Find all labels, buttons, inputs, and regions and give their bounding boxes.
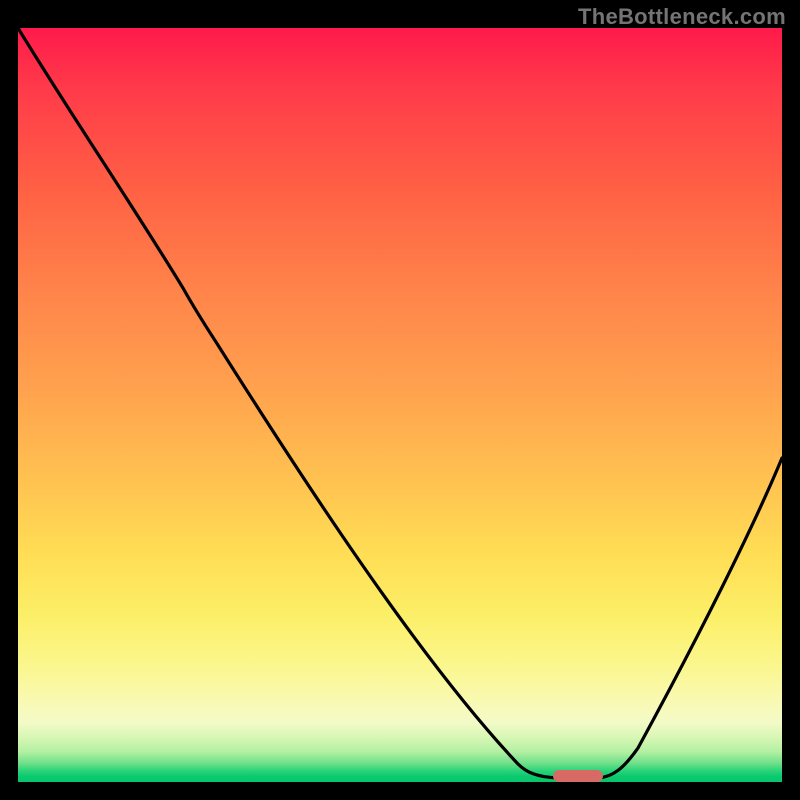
curve-path [18, 28, 782, 778]
chart-frame: TheBottleneck.com [0, 0, 800, 800]
plot-area [18, 28, 782, 782]
watermark-text: TheBottleneck.com [578, 4, 786, 30]
bottleneck-curve [18, 28, 782, 782]
optimum-marker [553, 770, 603, 782]
